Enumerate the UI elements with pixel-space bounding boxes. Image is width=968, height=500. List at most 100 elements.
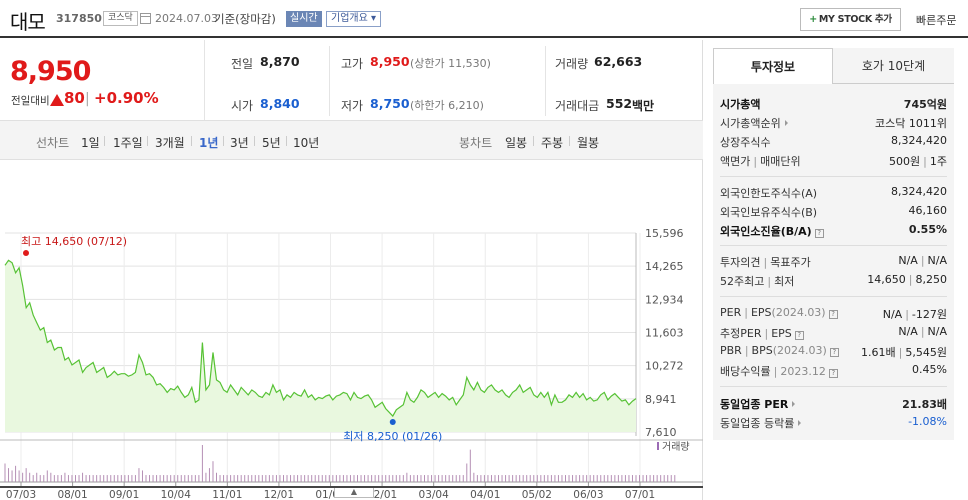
up-triangle-icon <box>50 94 64 106</box>
max-marker <box>23 250 29 256</box>
candle-weekly[interactable]: 주봉 <box>541 134 563 151</box>
help-icon[interactable]: ? <box>829 348 839 357</box>
y-tick-label: 10,272 <box>645 360 684 373</box>
divider <box>533 136 534 146</box>
candle-monthly[interactable]: 월봉 <box>577 134 599 151</box>
stock-header: 대모 317850 코스닥 2024.07.03 기준(장마감) 실시간 기업개… <box>0 0 968 38</box>
help-icon[interactable]: ? <box>828 369 838 378</box>
info-tabs: 투자정보 호가 10단계 <box>713 48 954 84</box>
realtime-button[interactable]: 실시간 <box>286 11 322 27</box>
stock-name: 대모 <box>10 10 46 34</box>
y-tick-label: 7,610 <box>645 426 677 439</box>
divider <box>545 46 546 116</box>
industry-rate-value: -1.08% <box>908 415 947 428</box>
divider <box>720 386 947 387</box>
min-label: 최저 8,250 (01/26) <box>343 430 442 443</box>
period-10y[interactable]: 10년 <box>293 134 319 151</box>
chart-period-bar: 선차트 1일 1주일 3개월 1년 3년 5년 10년 봉차트 일봉 주봉 월봉 <box>0 120 703 160</box>
candle-daily[interactable]: 일봉 <box>505 134 527 151</box>
week52-value: 14,650 | 8,250 <box>867 273 947 286</box>
company-overview-dropdown[interactable]: 기업개요 ▾ <box>326 11 381 27</box>
tab-investment-info[interactable]: 투자정보 <box>713 48 833 84</box>
shares-label: 상장주식수 <box>720 136 771 149</box>
price-chart[interactable]: 15,596 14,265 12,934 11,603 10,272 8,941 7,610… <box>0 160 703 500</box>
y-tick-label: 8,941 <box>645 393 677 406</box>
divider <box>147 136 148 146</box>
period-5y[interactable]: 5년 <box>262 134 281 151</box>
volume-label: 거래량 <box>555 57 589 71</box>
upper-limit: (상한가 11,530) <box>410 57 491 70</box>
divider <box>569 136 570 146</box>
market-badge: 코스닥 <box>103 11 138 26</box>
pbr-bps-label: PBR | BPS(2024.03)? <box>720 344 839 357</box>
divider <box>286 136 287 146</box>
add-my-stock-button[interactable]: + MY STOCK 추가 <box>800 8 901 31</box>
volume-legend-label: 거래량 <box>662 441 690 453</box>
period-1y[interactable]: 1년 <box>199 134 218 151</box>
y-tick-label: 15,596 <box>645 227 684 240</box>
quote-basis: 기준(장마감) <box>214 12 276 26</box>
par-unit-value: 500원 | 1주 <box>889 155 947 168</box>
x-tick-label: 09/01 <box>109 489 139 500</box>
collapse-toggle[interactable]: ▲ <box>334 488 374 498</box>
volume-legend-swatch <box>657 442 659 450</box>
x-tick-label: 12/01 <box>264 489 294 500</box>
period-3m[interactable]: 3개월 <box>155 134 185 151</box>
high-label: 고가 <box>341 57 364 71</box>
est-per-eps-label: 추정PER | EPS? <box>720 325 804 341</box>
volume-value: 62,663 <box>594 54 643 69</box>
divider <box>720 176 947 177</box>
market-cap-label: 시가총액 <box>720 98 761 111</box>
market-cap-value: 745억원 <box>903 98 947 111</box>
opinion-target-label: 투자의견 | 목표주가 <box>720 256 811 269</box>
foreign-rate-value: 0.55% <box>908 223 947 236</box>
investment-info-panel: 투자정보 호가 10단계 시가총액 745억원 시가총액순위 코스닥 1011위 상… <box>713 48 954 440</box>
quote-date: 2024.07.03 <box>155 12 218 25</box>
industry-per-value: 21.83배 <box>902 398 947 411</box>
x-tick-label: 10/04 <box>161 489 192 500</box>
foreign-limit-value: 8,324,420 <box>891 185 947 198</box>
dividend-value: 0.45% <box>912 363 947 376</box>
candle-chart-label: 봉차트 <box>459 136 493 150</box>
x-tick-label: 07/03 <box>6 489 36 500</box>
x-tick-label: 04/01 <box>470 489 500 500</box>
low-value: 8,750 <box>370 96 410 111</box>
plus-icon: + <box>809 14 817 25</box>
quick-order-link[interactable]: 빠른주문 <box>916 12 956 28</box>
max-label: 최고 14,650 (07/12) <box>21 235 127 248</box>
help-icon[interactable]: ? <box>794 331 804 340</box>
period-3y[interactable]: 3년 <box>230 134 249 151</box>
industry-rate-label[interactable]: 동일업종 등락률 <box>720 415 802 431</box>
foreign-limit-label: 외국인한도주식수(A) <box>720 187 818 200</box>
add-my-stock-label: MY STOCK 추가 <box>818 14 892 25</box>
amount-unit: 백만 <box>632 99 655 113</box>
per-eps-label: PER | EPS(2024.03)? <box>720 306 838 319</box>
stock-code: 317850 <box>56 12 102 25</box>
open-label: 시가 <box>231 99 254 113</box>
period-1d[interactable]: 1일 <box>81 134 100 151</box>
change-label: 전일대비 <box>11 95 50 107</box>
help-icon[interactable]: ? <box>828 310 838 319</box>
amount-label: 거래대금 <box>555 99 600 113</box>
cap-rank-label[interactable]: 시가총액순위 <box>720 115 788 131</box>
lower-limit: (하한가 6,210) <box>410 99 484 112</box>
divider <box>329 46 330 116</box>
high-value: 8,950 <box>370 54 410 69</box>
x-tick-label: 06/03 <box>573 489 603 500</box>
divider <box>254 136 255 146</box>
shares-value: 8,324,420 <box>891 134 947 147</box>
dividend-label: 배당수익률 | 2023.12? <box>720 363 838 379</box>
help-icon[interactable]: ? <box>814 229 824 238</box>
divider <box>720 245 947 246</box>
cap-rank-value: 코스닥 1011위 <box>875 117 947 130</box>
calendar-icon <box>140 13 151 24</box>
min-marker <box>389 419 396 426</box>
foreign-rate-label: 외국인소진율(B/A)? <box>720 223 824 239</box>
period-1w[interactable]: 1주일 <box>113 134 143 151</box>
x-tick-label: 05/02 <box>522 489 552 500</box>
tab-order-book[interactable]: 호가 10단계 <box>833 48 954 84</box>
opinion-target-value: N/A | N/A <box>898 254 947 267</box>
price-area <box>5 260 636 432</box>
industry-per-label[interactable]: 동일업종 PER <box>720 396 796 412</box>
x-tick-label: 03/04 <box>419 489 450 500</box>
